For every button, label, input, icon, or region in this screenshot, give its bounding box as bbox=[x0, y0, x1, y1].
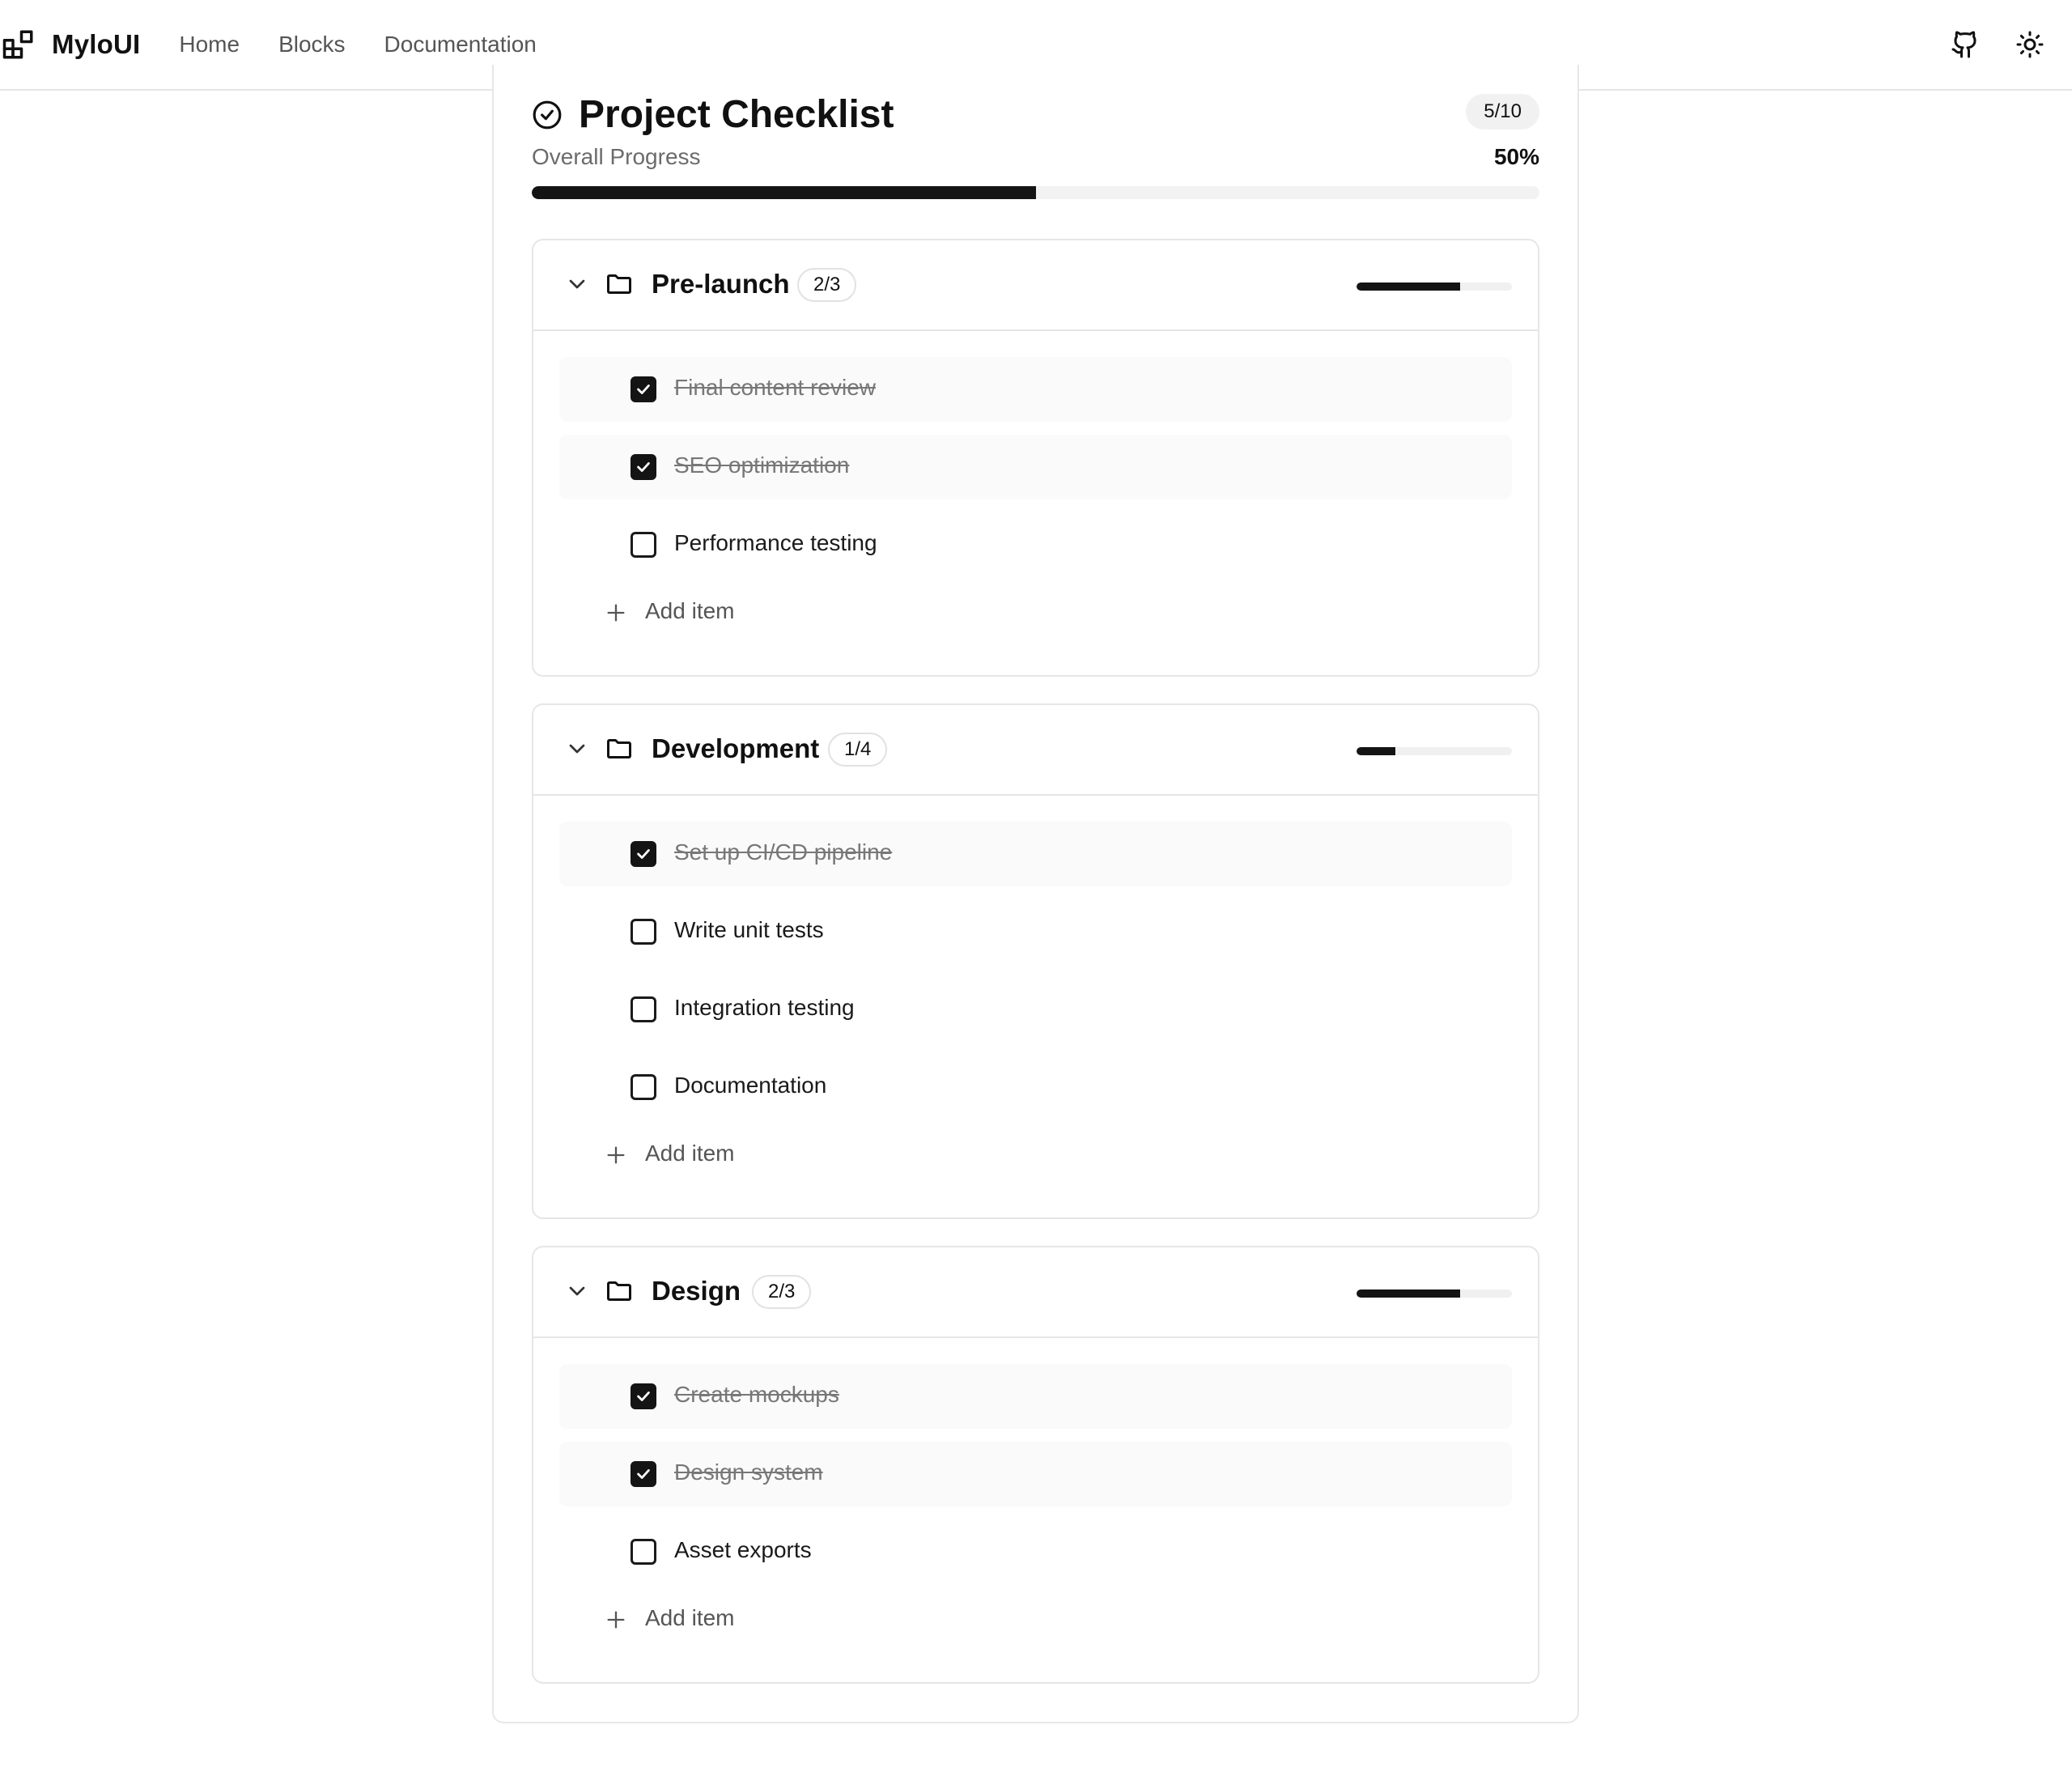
section-count-badge: 2/3 bbox=[752, 1275, 812, 1309]
overall-progress-percent: 50% bbox=[1493, 144, 1539, 169]
item-label: Create mockups bbox=[674, 1382, 839, 1407]
checkbox[interactable] bbox=[631, 1539, 656, 1565]
checklist-item[interactable]: Design system bbox=[559, 1442, 1512, 1506]
github-icon bbox=[1951, 31, 1976, 58]
chevron-down-icon[interactable] bbox=[564, 736, 590, 762]
add-item-label: Add item bbox=[645, 1141, 735, 1166]
section-title: Design bbox=[652, 1276, 741, 1306]
checkbox[interactable] bbox=[631, 1074, 656, 1100]
folder-icon bbox=[607, 739, 631, 758]
circle-check-icon bbox=[533, 100, 562, 129]
chevron-down-icon[interactable] bbox=[564, 271, 590, 297]
checkbox[interactable] bbox=[631, 454, 656, 480]
page-title: Project Checklist bbox=[579, 93, 894, 136]
section-progress-fill bbox=[1357, 747, 1395, 755]
checklist-item[interactable]: Asset exports bbox=[559, 1519, 1512, 1584]
plus-icon bbox=[607, 1611, 625, 1629]
add-item-button[interactable]: Add item bbox=[559, 590, 1512, 642]
checklist-item[interactable]: Performance testing bbox=[559, 512, 1512, 577]
section-progress-bar bbox=[1357, 747, 1512, 755]
checkbox[interactable] bbox=[631, 841, 656, 867]
item-label: Design system bbox=[674, 1459, 823, 1485]
check-icon bbox=[637, 1391, 650, 1401]
item-label: Write unit tests bbox=[674, 917, 824, 942]
overall-progress-label: Overall Progress bbox=[532, 144, 701, 169]
checkbox[interactable] bbox=[631, 1461, 656, 1487]
checklist-item[interactable]: SEO optimization bbox=[559, 435, 1512, 499]
check-icon bbox=[637, 849, 650, 859]
item-list: Final content review SEO optimization Pe… bbox=[533, 331, 1538, 642]
item-label: Integration testing bbox=[674, 995, 855, 1020]
item-label: Asset exports bbox=[674, 1537, 812, 1562]
checklist-item[interactable]: Set up CI/CD pipeline bbox=[559, 822, 1512, 886]
item-list: Create mockups Design system Asset expor… bbox=[533, 1338, 1538, 1649]
checklist-item[interactable]: Final content review bbox=[559, 357, 1512, 422]
checkbox[interactable] bbox=[631, 919, 656, 945]
check-icon bbox=[637, 1469, 650, 1479]
overall-progress-bar bbox=[532, 186, 1539, 199]
check-icon bbox=[637, 462, 650, 472]
section-progress-bar bbox=[1357, 1290, 1512, 1298]
section-design: Design 2/3 Create mockups Design system … bbox=[532, 1246, 1539, 1684]
checklist-item[interactable]: Write unit tests bbox=[559, 899, 1512, 964]
overall-progress-fill bbox=[532, 186, 1036, 199]
title-group: Project Checklist bbox=[532, 92, 894, 137]
checklist-item[interactable]: Documentation bbox=[559, 1055, 1512, 1120]
brand-name: MyloUI bbox=[52, 29, 141, 59]
item-label: SEO optimization bbox=[674, 452, 850, 478]
section-header[interactable]: Design 2/3 bbox=[533, 1247, 1538, 1338]
section-header[interactable]: Pre-launch 2/3 bbox=[533, 240, 1538, 331]
chevron-down-icon[interactable] bbox=[564, 1278, 590, 1304]
brand[interactable]: MyloUI bbox=[2, 28, 140, 62]
folder-icon bbox=[607, 274, 631, 294]
checkbox[interactable] bbox=[631, 376, 656, 402]
checklist-item[interactable]: Create mockups bbox=[559, 1364, 1512, 1429]
nav-link-blocks[interactable]: Blocks bbox=[278, 32, 345, 57]
checklist-item[interactable]: Integration testing bbox=[559, 977, 1512, 1042]
folder-icon bbox=[607, 1281, 631, 1301]
theme-toggle-button[interactable] bbox=[2007, 22, 2053, 67]
section-pre-launch: Pre-launch 2/3 Final content review SEO … bbox=[532, 239, 1539, 677]
item-label: Documentation bbox=[674, 1073, 827, 1098]
section-title: Pre-launch bbox=[652, 269, 790, 299]
plus-icon bbox=[607, 604, 625, 622]
add-item-label: Add item bbox=[645, 598, 735, 623]
item-label: Set up CI/CD pipeline bbox=[674, 839, 893, 865]
section-progress-fill bbox=[1357, 283, 1460, 291]
checkbox[interactable] bbox=[631, 532, 656, 558]
section-header[interactable]: Development 1/4 bbox=[533, 705, 1538, 796]
section-count-badge: 2/3 bbox=[797, 268, 857, 302]
section-development: Development 1/4 Set up CI/CD pipeline Wr… bbox=[532, 703, 1539, 1219]
item-label: Performance testing bbox=[674, 530, 877, 555]
checkbox[interactable] bbox=[631, 996, 656, 1022]
sun-icon bbox=[2016, 31, 2044, 58]
section-progress-bar bbox=[1357, 283, 1512, 291]
section-count-badge: 1/4 bbox=[828, 733, 888, 767]
add-item-label: Add item bbox=[645, 1605, 735, 1630]
check-icon bbox=[637, 385, 650, 394]
nav-actions bbox=[1942, 0, 2072, 89]
item-list: Set up CI/CD pipeline Write unit tests I… bbox=[533, 796, 1538, 1184]
github-button[interactable] bbox=[1942, 22, 1988, 67]
nav-link-home[interactable]: Home bbox=[179, 32, 240, 57]
plus-icon bbox=[607, 1146, 625, 1164]
item-label: Final content review bbox=[674, 375, 877, 400]
section-progress-fill bbox=[1357, 1290, 1460, 1298]
blocks-logo-icon bbox=[2, 30, 33, 59]
total-count-badge: 5/10 bbox=[1466, 94, 1539, 130]
add-item-button[interactable]: Add item bbox=[559, 1132, 1512, 1184]
add-item-button[interactable]: Add item bbox=[559, 1597, 1512, 1649]
nav-link-documentation[interactable]: Documentation bbox=[384, 32, 537, 57]
section-title: Development bbox=[652, 733, 820, 763]
checkbox[interactable] bbox=[631, 1383, 656, 1409]
